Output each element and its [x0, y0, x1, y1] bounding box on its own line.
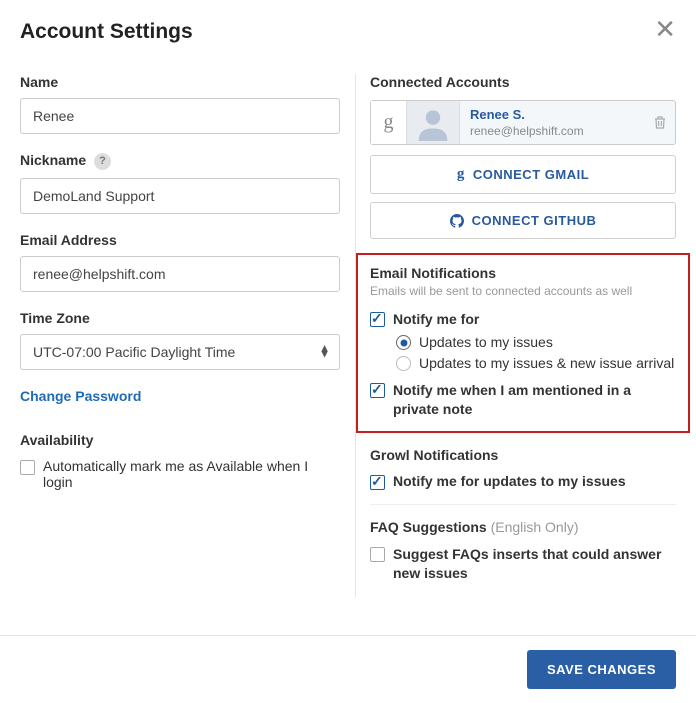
nickname-input[interactable]	[20, 178, 340, 214]
notify-mention-label: Notify me when I am mentioned in a priva…	[393, 381, 676, 419]
email-notif-title: Email Notifications	[370, 265, 676, 281]
updates-radio[interactable]	[396, 335, 411, 350]
updates-new-radio[interactable]	[396, 356, 411, 371]
github-icon	[450, 214, 464, 228]
connect-github-button[interactable]: CONNECT GITHUB	[370, 202, 676, 239]
timezone-label: Time Zone	[20, 310, 340, 326]
connected-accounts-title: Connected Accounts	[370, 74, 676, 90]
nickname-label: Nickname ?	[20, 152, 340, 170]
faq-title-text: FAQ Suggestions	[370, 519, 487, 535]
google-provider-icon: g	[371, 101, 407, 144]
connect-gmail-button[interactable]: g CONNECT GMAIL	[370, 155, 676, 194]
connect-gmail-label: CONNECT GMAIL	[473, 167, 589, 182]
connected-account-row: g Renee S. renee@helpshift.com	[370, 100, 676, 145]
email-input[interactable]	[20, 256, 340, 292]
name-label: Name	[20, 74, 340, 90]
email-notif-subtitle: Emails will be sent to connected account…	[370, 284, 676, 298]
auto-available-label: Automatically mark me as Available when …	[43, 458, 340, 490]
notify-me-for-checkbox[interactable]	[370, 312, 385, 327]
save-button[interactable]: SAVE CHANGES	[527, 650, 676, 689]
updates-radio-label: Updates to my issues	[419, 334, 553, 350]
faq-suggest-label: Suggest FAQs inserts that could answer n…	[393, 545, 676, 583]
faq-title-note: (English Only)	[491, 519, 579, 535]
close-icon[interactable]: ✕	[654, 16, 676, 42]
notify-me-for-label: Notify me for	[393, 311, 479, 327]
email-label: Email Address	[20, 232, 340, 248]
connected-account-name: Renee S.	[470, 107, 635, 122]
growl-notify-label: Notify me for updates to my issues	[393, 473, 626, 489]
timezone-select[interactable]	[20, 334, 340, 370]
name-input[interactable]	[20, 98, 340, 134]
avatar	[407, 101, 459, 144]
faq-suggest-checkbox[interactable]	[370, 547, 385, 562]
connect-github-label: CONNECT GITHUB	[472, 213, 597, 228]
change-password-link[interactable]: Change Password	[20, 388, 141, 404]
faq-title: FAQ Suggestions (English Only)	[370, 519, 676, 535]
trash-icon[interactable]	[645, 101, 675, 144]
growl-notify-checkbox[interactable]	[370, 475, 385, 490]
auto-available-checkbox[interactable]	[20, 460, 35, 475]
growl-title: Growl Notifications	[370, 447, 676, 463]
page-title: Account Settings	[20, 20, 193, 44]
notify-mention-checkbox[interactable]	[370, 383, 385, 398]
connected-account-email: renee@helpshift.com	[470, 124, 635, 138]
availability-title: Availability	[20, 432, 340, 448]
email-notifications-section: Email Notifications Emails will be sent …	[356, 253, 690, 433]
nickname-label-text: Nickname	[20, 152, 86, 168]
google-icon: g	[457, 166, 465, 183]
updates-new-radio-label: Updates to my issues & new issue arrival	[419, 355, 674, 371]
help-icon[interactable]: ?	[94, 153, 111, 170]
